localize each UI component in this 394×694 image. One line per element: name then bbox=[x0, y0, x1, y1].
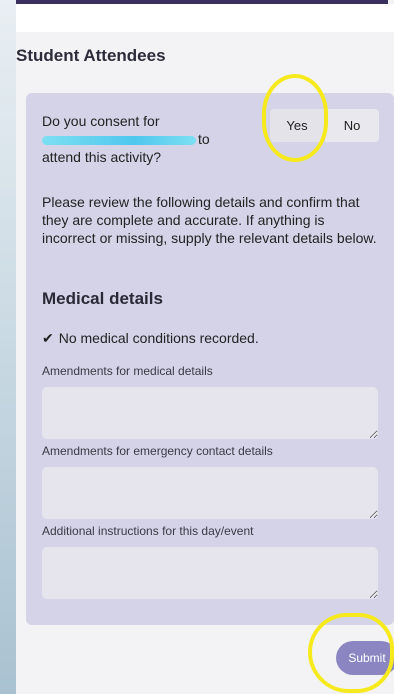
medical-amendments-label: Amendments for medical details bbox=[42, 364, 213, 378]
medical-amendments-field[interactable] bbox=[42, 387, 378, 439]
medical-status-text: No medical conditions recorded. bbox=[58, 330, 259, 346]
attendee-card: Do you consent for to attend this activi… bbox=[26, 93, 394, 625]
emergency-contact-amendments-field[interactable] bbox=[42, 467, 378, 519]
page: Student Attendees Do you consent for to … bbox=[16, 0, 394, 694]
consent-question-suffix: attend this activity? bbox=[42, 149, 162, 165]
top-bar bbox=[16, 4, 394, 32]
redacted-student-name bbox=[42, 135, 196, 145]
additional-instructions-field[interactable] bbox=[42, 547, 378, 599]
review-instructions: Please review the following details and … bbox=[42, 194, 377, 246]
consent-toggle: Yes No bbox=[270, 109, 379, 142]
no-button[interactable]: No bbox=[324, 109, 379, 142]
consent-question-mid: to bbox=[198, 131, 210, 147]
additional-instructions-label: Additional instructions for this day/eve… bbox=[42, 524, 254, 538]
medical-details-title: Medical details bbox=[42, 289, 163, 308]
emergency-contact-amendments-label: Amendments for emergency contact details bbox=[42, 444, 273, 458]
medical-status: ✔ No medical conditions recorded. bbox=[42, 330, 259, 347]
consent-question-prefix: Do you consent for bbox=[42, 113, 160, 129]
section-title: Student Attendees bbox=[16, 46, 166, 65]
check-icon: ✔ bbox=[42, 330, 54, 346]
yes-button[interactable]: Yes bbox=[270, 109, 324, 142]
submit-button[interactable]: Submit bbox=[336, 641, 394, 675]
consent-question: Do you consent for to attend this activi… bbox=[42, 112, 247, 166]
